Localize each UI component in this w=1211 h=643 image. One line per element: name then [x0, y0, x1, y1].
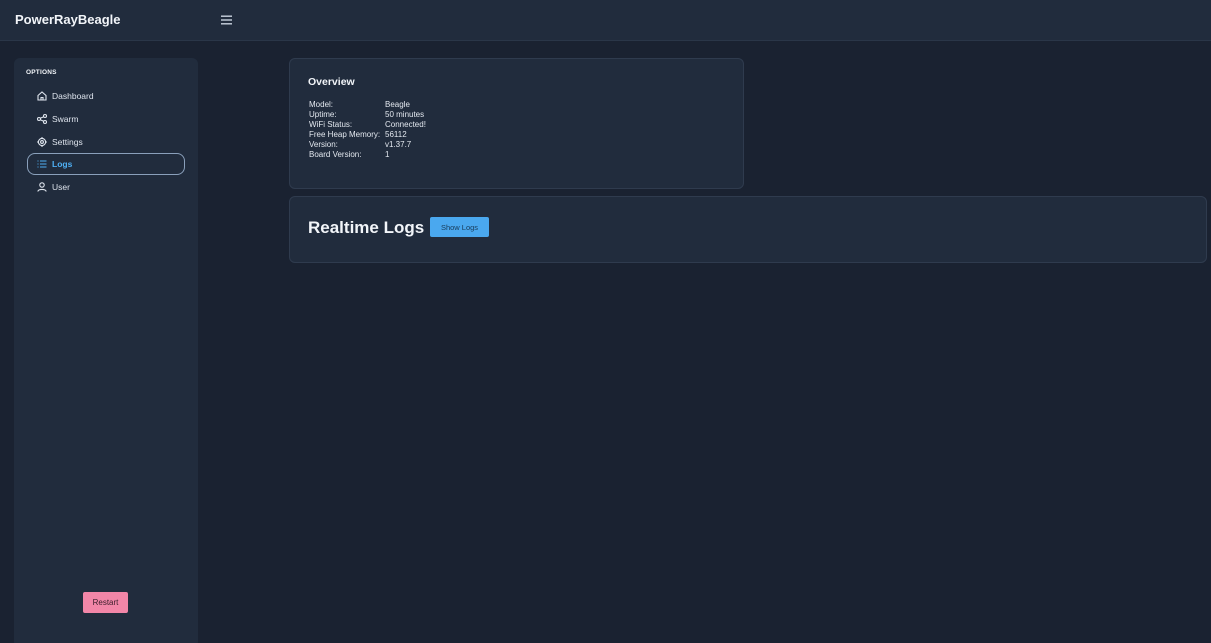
sidebar-item-swarm[interactable]: Swarm [27, 108, 185, 130]
top-bar: PowerRayBeagle [0, 0, 1211, 41]
info-key: Board Version: [309, 150, 362, 159]
sidebar-item-settings[interactable]: Settings [27, 131, 185, 153]
info-key: WiFi Status: [309, 120, 353, 129]
info-value: Connected! [385, 120, 426, 129]
sidebar-item-label: User [52, 182, 70, 192]
info-value: 50 minutes [385, 110, 425, 119]
home-icon [36, 90, 48, 102]
sidebar-item-label: Dashboard [52, 91, 94, 101]
info-key: Free Heap Memory: [309, 130, 381, 139]
sidebar-item-label: Swarm [52, 114, 79, 124]
realtime-logs-card: Realtime Logs Show Logs [289, 196, 1207, 263]
realtime-logs-title: Realtime Logs [308, 218, 425, 237]
sidebar-section-label: OPTIONS [26, 69, 57, 76]
sidebar-item-label: Logs [52, 159, 73, 169]
app-window: PowerRayBeagle OPTIONS Dashboard Swarm S… [0, 0, 1211, 643]
app-title: PowerRayBeagle [15, 12, 121, 27]
sidebar-item-logs[interactable]: Logs [27, 153, 185, 175]
info-key: Version: [309, 140, 338, 149]
info-value: 1 [385, 150, 390, 159]
info-key: Model: [309, 100, 334, 109]
user-icon [36, 181, 48, 193]
list-icon [36, 158, 48, 170]
show-logs-button[interactable]: Show Logs [430, 217, 489, 237]
overview-title: Overview [308, 76, 355, 88]
sidebar-item-dashboard[interactable]: Dashboard [27, 85, 185, 107]
share-icon [36, 113, 48, 125]
hamburger-menu-icon[interactable] [219, 13, 235, 27]
info-key: Uptime: [309, 110, 337, 119]
info-value: v1.37.7 [385, 140, 412, 149]
gear-icon [36, 136, 48, 148]
restart-button[interactable]: Restart [83, 592, 128, 613]
overview-card: Overview Model: Beagle Uptime: 50 minute… [289, 58, 744, 189]
info-value: 56112 [385, 130, 407, 139]
sidebar-item-user[interactable]: User [27, 176, 185, 198]
sidebar: OPTIONS Dashboard Swarm Settings Logs Us… [14, 58, 198, 643]
sidebar-item-label: Settings [52, 137, 83, 147]
info-value: Beagle [385, 100, 410, 109]
